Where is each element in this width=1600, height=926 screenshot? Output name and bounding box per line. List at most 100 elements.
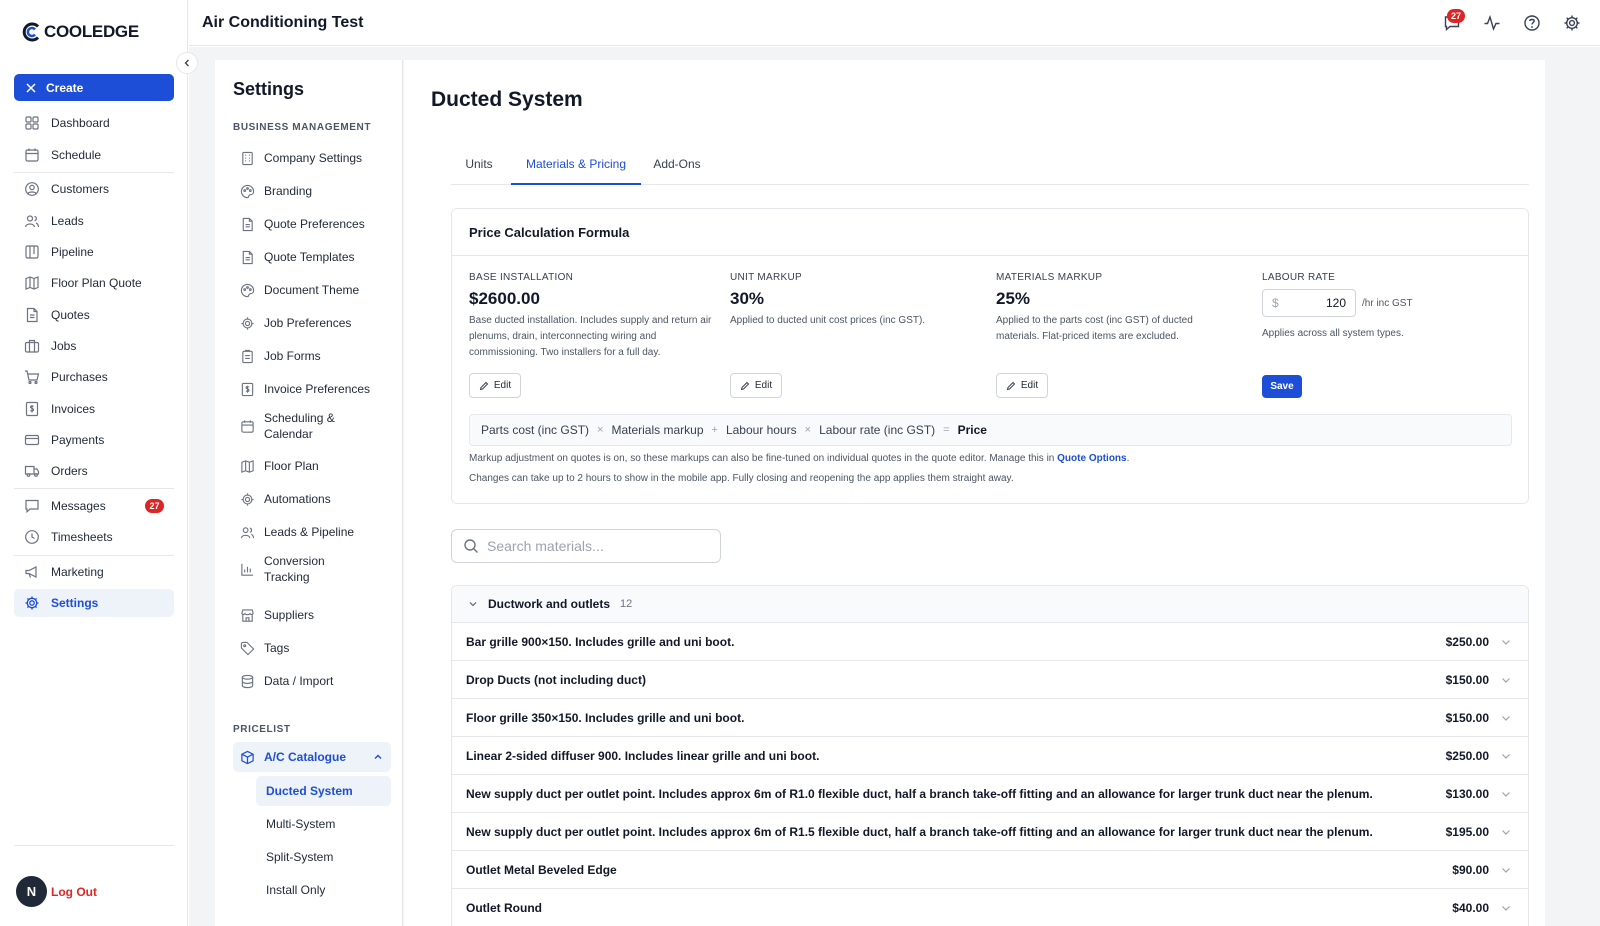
table-row[interactable]: Outlet Round $40.00 xyxy=(452,889,1528,926)
chevron-down-icon[interactable] xyxy=(1500,788,1512,800)
nav-divider xyxy=(14,845,174,846)
nav-marketing[interactable]: Marketing xyxy=(14,558,174,586)
settings-item-quote-preferences[interactable]: Quote Preferences xyxy=(233,210,391,238)
edit-materials-markup-button[interactable]: Edit xyxy=(996,373,1048,398)
catalogue-item-multi-system[interactable]: Multi-System xyxy=(256,809,391,839)
settings-item-label: A/C Catalogue xyxy=(264,750,347,764)
unit-markup-value: 30% xyxy=(730,289,765,308)
materials-search[interactable] xyxy=(451,529,721,563)
table-row[interactable]: Drop Ducts (not including duct) $150.00 xyxy=(452,661,1528,699)
formula-operator: × xyxy=(804,424,812,436)
labour-rate-input[interactable]: $ 120 xyxy=(1262,289,1356,317)
chevron-down-icon[interactable] xyxy=(1500,750,1512,762)
settings-item-leads-pipeline[interactable]: Leads & Pipeline xyxy=(233,518,391,546)
table-row[interactable]: New supply duct per outlet point. Includ… xyxy=(452,813,1528,851)
notification-badge: 27 xyxy=(1447,9,1465,23)
nav-invoices[interactable]: Invoices xyxy=(14,395,174,423)
nav-payments[interactable]: Payments xyxy=(14,426,174,454)
material-price: $40.00 xyxy=(1452,901,1489,915)
settings-item-company-settings[interactable]: Company Settings xyxy=(233,144,391,172)
group-header[interactable]: Ductwork and outlets 12 xyxy=(452,586,1528,623)
activity-icon[interactable] xyxy=(1483,14,1501,32)
tab-units[interactable]: Units xyxy=(451,157,507,185)
settings-item-label: Tags xyxy=(264,641,290,655)
material-name: Outlet Round xyxy=(466,900,542,915)
tab-materials-pricing[interactable]: Materials & Pricing xyxy=(511,157,641,185)
nav-settings[interactable]: Settings xyxy=(14,589,174,617)
base-installation-label: BASE INSTALLATION xyxy=(469,272,574,283)
settings-item-ac-catalogue[interactable]: A/C Catalogue xyxy=(233,742,391,772)
table-row[interactable]: New supply duct per outlet point. Includ… xyxy=(452,775,1528,813)
edit-label: Edit xyxy=(754,380,773,391)
building-icon xyxy=(242,151,253,165)
settings-title: Settings xyxy=(233,79,305,99)
settings-item-data-import[interactable]: Data / Import xyxy=(233,667,391,695)
chevron-down-icon[interactable] xyxy=(1500,826,1512,838)
page-title: Ducted System xyxy=(431,88,583,111)
settings-item-invoice-preferences[interactable]: Invoice Preferences xyxy=(233,375,391,403)
settings-item-conversion-tracking[interactable]: Conversion Tracking xyxy=(233,551,391,587)
collapse-sidebar-button[interactable] xyxy=(176,52,198,74)
search-input[interactable] xyxy=(487,538,707,554)
nav-orders[interactable]: Orders xyxy=(14,457,174,485)
nav-label: Jobs xyxy=(51,339,77,353)
settings-item-branding[interactable]: Branding xyxy=(233,177,391,205)
create-button[interactable]: Create xyxy=(14,74,174,101)
catalogue-item-split-system[interactable]: Split-System xyxy=(256,842,391,872)
table-row[interactable]: Bar grille 900×150. Includes grille and … xyxy=(452,623,1528,661)
logout-area[interactable]: N Log Out xyxy=(16,876,97,907)
sync-note: Changes can take up to 2 hours to show i… xyxy=(469,473,1014,484)
avatar[interactable]: N xyxy=(16,876,47,907)
nav-jobs[interactable]: Jobs xyxy=(14,332,174,360)
logout-button[interactable]: Log Out xyxy=(51,885,97,899)
table-row[interactable]: Outlet Metal Beveled Edge $90.00 xyxy=(452,851,1528,889)
edit-base-installation-button[interactable]: Edit xyxy=(469,373,521,398)
settings-item-job-forms[interactable]: Job Forms xyxy=(233,342,391,370)
labour-rate-label: LABOUR RATE xyxy=(1262,272,1336,283)
main-panel: Ducted System Units Materials & Pricing … xyxy=(404,60,1545,926)
settings-item-quote-templates[interactable]: Quote Templates xyxy=(233,243,391,271)
labour-rate-value[interactable]: 120 xyxy=(1326,296,1346,310)
catalogue-item-install-only[interactable]: Install Only xyxy=(256,875,391,905)
nav-timesheets[interactable]: Timesheets xyxy=(14,523,174,551)
settings-item-scheduling-calendar[interactable]: Scheduling & Calendar xyxy=(233,408,391,444)
quote-options-link[interactable]: Quote Options xyxy=(1057,453,1126,464)
nav-customers[interactable]: Customers xyxy=(14,175,174,203)
nav-schedule[interactable]: Schedule xyxy=(14,141,174,169)
nav-purchases[interactable]: Purchases xyxy=(14,363,174,391)
chevron-left-icon xyxy=(184,59,189,67)
save-labour-rate-button[interactable]: Save xyxy=(1262,375,1302,398)
table-row[interactable]: Linear 2-sided diffuser 900. Includes li… xyxy=(452,737,1528,775)
settings-item-document-theme[interactable]: Document Theme xyxy=(233,276,391,304)
briefcase-icon xyxy=(24,339,40,353)
help-icon[interactable] xyxy=(1523,14,1541,32)
material-price: $150.00 xyxy=(1445,673,1489,687)
nav-leads[interactable]: Leads xyxy=(14,207,174,235)
catalogue-item-ducted-system[interactable]: Ducted System xyxy=(256,776,391,806)
settings-item-label: Branding xyxy=(264,184,313,198)
chevron-down-icon[interactable] xyxy=(1500,674,1512,686)
table-row[interactable]: Floor grille 350×150. Includes grille an… xyxy=(452,699,1528,737)
materials-markup-label: MATERIALS MARKUP xyxy=(996,272,1103,283)
settings-item-automations[interactable]: Automations xyxy=(233,485,391,513)
chevron-down-icon[interactable] xyxy=(1500,864,1512,876)
chevron-down-icon[interactable] xyxy=(1500,636,1512,648)
nav-floor-plan-quote[interactable]: Floor Plan Quote xyxy=(14,269,174,297)
settings-item-suppliers[interactable]: Suppliers xyxy=(233,601,391,629)
tab-add-ons[interactable]: Add-Ons xyxy=(645,157,709,185)
cooledge-logo[interactable]: COOLEDGE xyxy=(22,22,139,42)
nav-dashboard[interactable]: Dashboard xyxy=(14,109,174,137)
settings-item-tags[interactable]: Tags xyxy=(233,634,391,662)
settings-gear-icon[interactable] xyxy=(1563,14,1581,32)
cart-icon xyxy=(25,370,40,385)
settings-item-floor-plan[interactable]: Floor Plan xyxy=(233,452,391,480)
card-heading: Price Calculation Formula xyxy=(452,209,1528,256)
nav-pipeline[interactable]: Pipeline xyxy=(14,238,174,266)
nav-quotes[interactable]: Quotes xyxy=(14,301,174,329)
chevron-down-icon[interactable] xyxy=(1500,712,1512,724)
settings-item-label: Quote Preferences xyxy=(264,217,365,231)
nav-messages[interactable]: Messages 27 xyxy=(14,492,174,520)
settings-item-job-preferences[interactable]: Job Preferences xyxy=(233,309,391,337)
chevron-down-icon[interactable] xyxy=(1500,902,1512,914)
edit-unit-markup-button[interactable]: Edit xyxy=(730,373,782,398)
